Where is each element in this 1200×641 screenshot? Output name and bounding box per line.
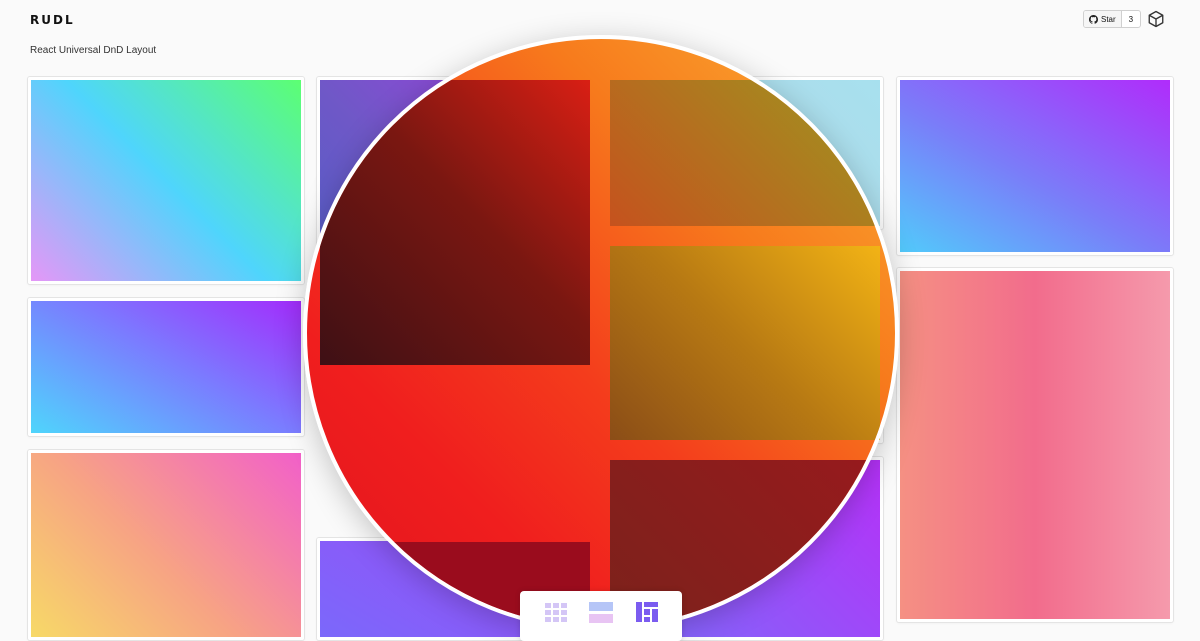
list-icon [589,602,613,623]
drag-preview-lens [303,35,899,631]
masonry-icon [636,602,658,622]
grid-item[interactable] [28,77,304,284]
lens-grid-item [610,80,880,226]
app-logo[interactable]: RUDL [30,13,75,27]
list-layout-button[interactable] [589,602,613,623]
github-icon [1089,14,1098,24]
github-star-button[interactable]: Star [1084,11,1122,27]
github-star-widget[interactable]: Star 3 [1083,10,1142,28]
github-star-count[interactable]: 3 [1122,11,1140,27]
grid-item[interactable] [28,450,304,640]
grid-item[interactable] [897,268,1173,622]
grid-icon [545,603,567,622]
codesandbox-cube-icon[interactable] [1147,10,1165,28]
layout-toolbar [520,591,682,641]
grid-layout-button[interactable] [545,602,567,622]
github-star-label: Star [1101,14,1116,24]
lens-grid-item [610,246,880,440]
masonry-layout-button[interactable] [636,602,658,622]
lens-grid-item [320,80,590,365]
grid-item[interactable] [28,298,304,436]
app-subtitle: React Universal DnD Layout [30,45,157,56]
grid-item[interactable] [897,77,1173,255]
